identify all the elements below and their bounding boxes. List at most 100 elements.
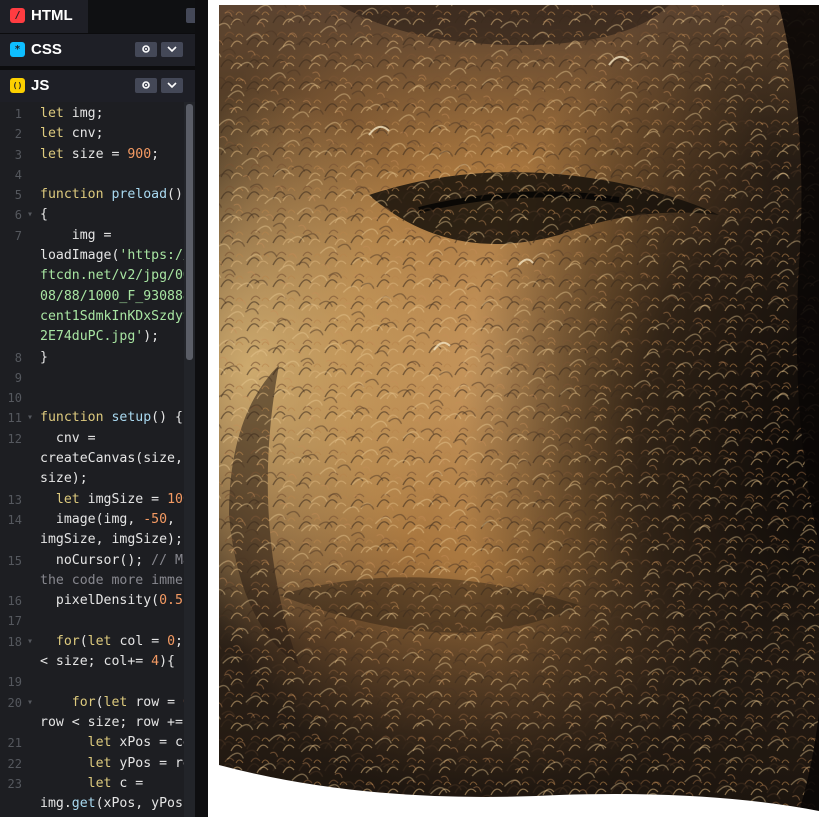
code-token: let: [87, 735, 120, 751]
code-token: let: [87, 755, 120, 771]
html-settings-button[interactable]: [186, 8, 195, 23]
code-line[interactable]: 19: [0, 672, 184, 692]
code-line[interactable]: 16 pixelDensity(0.5);: [0, 591, 184, 611]
line-number: 10: [7, 391, 22, 406]
code-line[interactable]: imgSize, imgSize);: [0, 530, 184, 550]
code-token: // Make: [151, 552, 184, 568]
fold-toggle-icon[interactable]: ▾: [27, 205, 33, 225]
code-token: 4: [151, 654, 160, 670]
code-token: img;: [71, 106, 104, 121]
fold-toggle-icon[interactable]: ▾: [27, 408, 33, 428]
code-line[interactable]: 3 let size = 900;: [0, 145, 184, 165]
code-token: ){: [159, 654, 175, 670]
code-token: createCanvas(size,: [40, 451, 183, 467]
code-token: function: [40, 410, 112, 426]
line-number: 9: [14, 370, 22, 385]
gear-icon: [142, 81, 150, 89]
code-line[interactable]: cent1SdmkInKDxSzdytS: [0, 307, 184, 327]
code-line[interactable]: 4: [0, 165, 184, 185]
code-line[interactable]: 15 noCursor(); // Make: [0, 551, 184, 571]
code-line[interactable]: < size; col+= 4){: [0, 652, 184, 672]
resize-gutter[interactable]: [195, 0, 208, 817]
code-scrollbar-thumb[interactable]: [186, 104, 193, 360]
code-token: (: [95, 694, 104, 710]
code-token: let: [40, 126, 72, 142]
code-line[interactable]: createCanvas(size,: [0, 449, 184, 469]
code-line[interactable]: ftcdn.net/v2/jpg/00/: [0, 266, 184, 286]
code-token: -50: [143, 511, 168, 527]
css-settings-button[interactable]: [135, 42, 157, 57]
code-token: for: [71, 694, 96, 710]
code-token: {: [40, 207, 48, 223]
line-number: 20: [7, 695, 22, 710]
js-settings-button[interactable]: [135, 78, 157, 93]
css-collapse-button[interactable]: [161, 42, 183, 57]
code-line[interactable]: size);: [0, 469, 184, 489]
code-token: cent1SdmkInKDxSzdytS: [40, 308, 184, 324]
code-token: 2E74duPC.jpg': [40, 329, 144, 345]
code-line[interactable]: 21 let xPos = col;: [0, 733, 184, 753]
code-line[interactable]: 08/88/1000_F_9308884: [0, 287, 184, 307]
code-token: 0: [167, 633, 176, 649]
html-pane-header[interactable]: / HTML: [0, 0, 195, 34]
code-line[interactable]: 6 ▾ {: [0, 205, 184, 225]
code-token: () {: [151, 410, 183, 426]
code-token: get: [71, 796, 96, 812]
gear-icon: [142, 45, 150, 53]
html-pane-title: HTML: [31, 7, 73, 24]
line-number: 14: [7, 512, 22, 527]
code-line[interactable]: 14 image(img, -50, -50: [0, 510, 184, 530]
css-pane-header[interactable]: * CSS: [0, 34, 195, 67]
code-token: size);: [40, 471, 88, 487]
fold-toggle-icon[interactable]: ▾: [27, 632, 33, 652]
code-line[interactable]: 23 let c =: [0, 774, 184, 794]
code-line[interactable]: row < size; row += 4): [0, 713, 184, 733]
chevron-down-icon: [167, 46, 177, 53]
code-line[interactable]: 2E74duPC.jpg');: [0, 327, 184, 347]
line-number: 21: [7, 736, 22, 751]
js-collapse-button[interactable]: [161, 78, 183, 93]
code-line[interactable]: 22 let yPos = row;: [0, 754, 184, 774]
code-token: ;: [151, 146, 160, 162]
code-token: 100: [167, 491, 184, 507]
code-token: image(img,: [40, 511, 144, 527]
code-line[interactable]: 20▾ for(let row = 0;: [0, 693, 184, 713]
code-token: noCursor();: [40, 552, 152, 568]
code-line[interactable]: 10: [0, 388, 184, 408]
code-line[interactable]: 5 function preload(): [0, 185, 184, 205]
code-line[interactable]: 12 cnv =: [0, 429, 184, 449]
fold-toggle-icon[interactable]: ▾: [27, 693, 33, 713]
code-token: row =: [135, 694, 183, 710]
code-token: img.: [40, 796, 72, 812]
code-line[interactable]: 9: [0, 368, 184, 388]
code-line[interactable]: 17: [0, 611, 184, 631]
code-line[interactable]: 18 ▾ for(let col = 0; co: [0, 632, 184, 652]
code-token: 0.5: [159, 593, 183, 609]
code-token: );: [143, 329, 160, 345]
code-token: imgSize =: [87, 491, 168, 507]
code-line[interactable]: img.get(xPos, yPos);: [0, 794, 184, 814]
code-line[interactable]: 11 ▾ function setup() {: [0, 408, 184, 428]
line-number: 16: [7, 594, 22, 609]
code-token: ftcdn.net/v2/jpg/00/: [40, 268, 184, 284]
p5-canvas-output[interactable]: [219, 5, 819, 811]
js-code-area[interactable]: 1 let img; 2 let cnv; 3 let size = 900; 4 5 func…: [0, 102, 184, 817]
line-number: 2: [14, 127, 22, 142]
code-line[interactable]: 1 let img;: [0, 104, 184, 124]
chevron-down-icon: [167, 82, 177, 89]
line-number: 8: [14, 350, 22, 365]
code-line[interactable]: loadImage('https://a: [0, 246, 184, 266]
code-token: imgSize, imgSize);: [40, 532, 183, 548]
code-line[interactable]: 13 let imgSize = 100;: [0, 490, 184, 510]
line-number: 6: [14, 208, 22, 223]
code-line[interactable]: the code more immersi: [0, 571, 184, 591]
code-line[interactable]: 7 img =: [0, 226, 184, 246]
code-token: (): [167, 187, 183, 203]
js-badge-icon: (): [10, 78, 25, 93]
code-line[interactable]: 8}: [0, 348, 184, 368]
js-pane-header[interactable]: () JS: [0, 70, 195, 103]
code-token: cnv =: [40, 430, 96, 446]
code-token: row < size; row +=: [40, 714, 184, 730]
code-line[interactable]: 2 let cnv;: [0, 124, 184, 144]
